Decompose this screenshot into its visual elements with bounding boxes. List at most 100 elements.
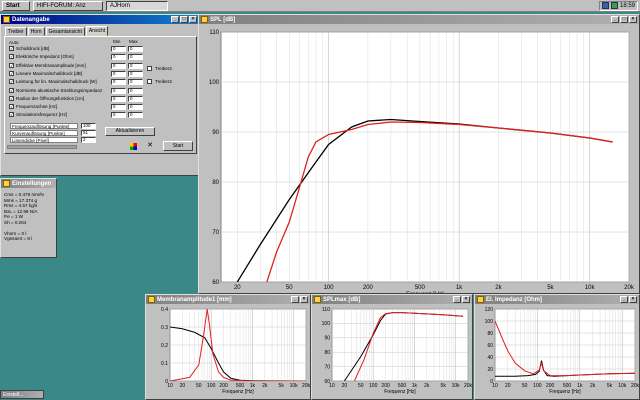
- splmax-window: SPLmax [dB] _ × 60 70 80 90 100 110 10 20 50 100 20…: [311, 294, 473, 400]
- check-7[interactable]: ✓: [9, 104, 14, 110]
- setting-field[interactable]: 2: [81, 137, 96, 143]
- check-5[interactable]: ✓: [9, 87, 14, 93]
- start-button[interactable]: Start: [2, 0, 30, 11]
- close-button[interactable]: ×: [629, 296, 637, 303]
- task-ajhorn[interactable]: AJHorn: [106, 0, 168, 11]
- max-field[interactable]: 0: [128, 46, 143, 52]
- cross-icon[interactable]: ✕: [146, 142, 154, 150]
- x-tick-label: 10k: [452, 383, 461, 389]
- tab-horn[interactable]: Horn: [27, 27, 45, 36]
- max-field[interactable]: 0: [128, 70, 143, 77]
- check-label: Schalldruck [dB]: [16, 46, 50, 51]
- check-1[interactable]: ✓: [9, 54, 14, 60]
- min-field[interactable]: 0: [111, 95, 126, 102]
- volume-icon[interactable]: [610, 2, 618, 9]
- network-icon[interactable]: [601, 2, 609, 9]
- tab-gesamtansicht[interactable]: Gesamtansicht: [45, 27, 85, 36]
- minimize-button[interactable]: _: [453, 296, 461, 303]
- params-titlebar[interactable]: Datenangabe _ □ ×: [1, 15, 199, 24]
- setting-field[interactable]: 100: [81, 123, 96, 129]
- spl-chart: 6070809010011020501002005001k2k5k10k20kF…: [209, 30, 635, 293]
- spl-titlebar[interactable]: SPL [dB] _ □ ×: [199, 15, 639, 24]
- close-button[interactable]: ×: [462, 296, 470, 303]
- close-button[interactable]: ×: [629, 16, 637, 23]
- x-tick-label: 2k: [424, 383, 430, 389]
- y-tick-label: 0.4: [161, 307, 168, 313]
- check-label: Effektive Membranamplitude [mm]: [16, 62, 86, 68]
- check-2[interactable]: ✓: [9, 62, 14, 68]
- app-icon: [148, 296, 155, 303]
- max-field[interactable]: 0: [128, 62, 143, 69]
- excursion-title: Membranamplitude1 [mm]: [157, 296, 232, 303]
- min-field[interactable]: 0: [111, 62, 126, 69]
- driver-titlebar[interactable]: Einstellungen: [1, 179, 56, 188]
- y-tick-label: 120: [485, 307, 494, 313]
- x-tick-label: 50: [358, 383, 364, 389]
- color-icon[interactable]: [130, 143, 137, 150]
- app-icon: [201, 16, 208, 23]
- app-icon: [314, 296, 321, 303]
- taskbar: Start HIFI-FORUM: Anz AJHorn 18:59: [0, 0, 640, 12]
- system-tray: 18:59: [598, 0, 638, 11]
- x-tick-label: 5k: [441, 383, 447, 389]
- check-6[interactable]: ✓: [9, 95, 14, 101]
- max-field[interactable]: 0: [128, 54, 143, 61]
- min-field[interactable]: 0: [111, 46, 126, 52]
- update-button[interactable]: Aktualisieren: [105, 127, 155, 136]
- impedance-titlebar[interactable]: El. Impedanz [Ohm] _ ×: [475, 295, 639, 304]
- setting-field[interactable]: 51: [81, 130, 96, 136]
- y-tick-label: 0.1: [161, 361, 168, 367]
- check-4[interactable]: ✓: [9, 79, 14, 85]
- minimize-button[interactable]: _: [171, 16, 179, 23]
- max-field[interactable]: 0: [128, 95, 143, 102]
- minimize-button[interactable]: _: [611, 16, 619, 23]
- x-tick-label: 20k: [624, 285, 635, 291]
- plot-area: [331, 308, 469, 382]
- spl-title: SPL [dB]: [210, 16, 236, 23]
- max-field[interactable]: 0: [128, 87, 143, 94]
- y-tick-label: 0.2: [161, 343, 168, 349]
- tab-treiber[interactable]: Treiber: [5, 27, 27, 36]
- excursion-titlebar[interactable]: Membranamplitude1 [mm] _ ×: [146, 295, 310, 304]
- treiber1-checkbox[interactable]: [147, 66, 152, 71]
- minimize-button[interactable]: _: [620, 296, 628, 303]
- driver-title: Einstellungen: [12, 180, 52, 187]
- min-field[interactable]: 0: [111, 79, 126, 86]
- y-tick-label: 100: [485, 319, 494, 325]
- min-field[interactable]: 0: [111, 112, 126, 119]
- start-sim-button[interactable]: Start: [163, 141, 193, 151]
- setting-label: Liniendicke [Pixel]: [10, 137, 78, 143]
- x-tick-label: 20: [505, 383, 511, 389]
- y-tick-label: 20: [487, 367, 493, 373]
- y-tick-label: 100: [209, 80, 220, 86]
- treiber1-label: Treiber2: [155, 66, 172, 71]
- min-field[interactable]: 0: [111, 54, 126, 61]
- maximize-button[interactable]: □: [620, 16, 628, 23]
- minimize-button[interactable]: _: [291, 296, 299, 303]
- close-button[interactable]: ×: [300, 296, 308, 303]
- x-tick-label: 20: [234, 285, 241, 291]
- min-field[interactable]: 0: [111, 87, 126, 94]
- check-8[interactable]: ✓: [9, 112, 14, 118]
- check-3[interactable]: ✓: [9, 70, 14, 76]
- minimized-window[interactable]: Einstell...: [0, 390, 44, 399]
- impedance-chart: 02040608010012010 20 50 100 200 500 1k 2k 5k 10k 2…: [485, 307, 639, 395]
- close-button[interactable]: ×: [189, 16, 197, 23]
- task-hifi-forum[interactable]: HIFI-FORUM: Anz: [33, 0, 103, 11]
- y-tick-label: 70: [324, 364, 330, 370]
- x-tick-label: 100: [533, 383, 542, 389]
- check-0[interactable]: ✓: [9, 46, 14, 51]
- maximize-button[interactable]: □: [180, 16, 188, 23]
- treiber2-checkbox[interactable]: [147, 79, 152, 84]
- col-max-label: Max: [129, 39, 138, 44]
- max-field[interactable]: 0: [128, 79, 143, 86]
- min-field[interactable]: 0: [111, 104, 126, 111]
- min-field[interactable]: 0: [111, 70, 126, 77]
- max-field[interactable]: 0: [128, 112, 143, 119]
- y-tick-label: 100: [322, 321, 331, 327]
- setting-label: Kurvenauflösung [Punkte]: [10, 130, 78, 136]
- tab-ansicht[interactable]: Ansicht: [85, 26, 109, 36]
- max-field[interactable]: 0: [128, 104, 143, 111]
- impedance-window: El. Impedanz [Ohm] _ × 0 20 40 60 80 100 120 10 2…: [474, 294, 640, 400]
- splmax-titlebar[interactable]: SPLmax [dB] _ ×: [312, 295, 472, 304]
